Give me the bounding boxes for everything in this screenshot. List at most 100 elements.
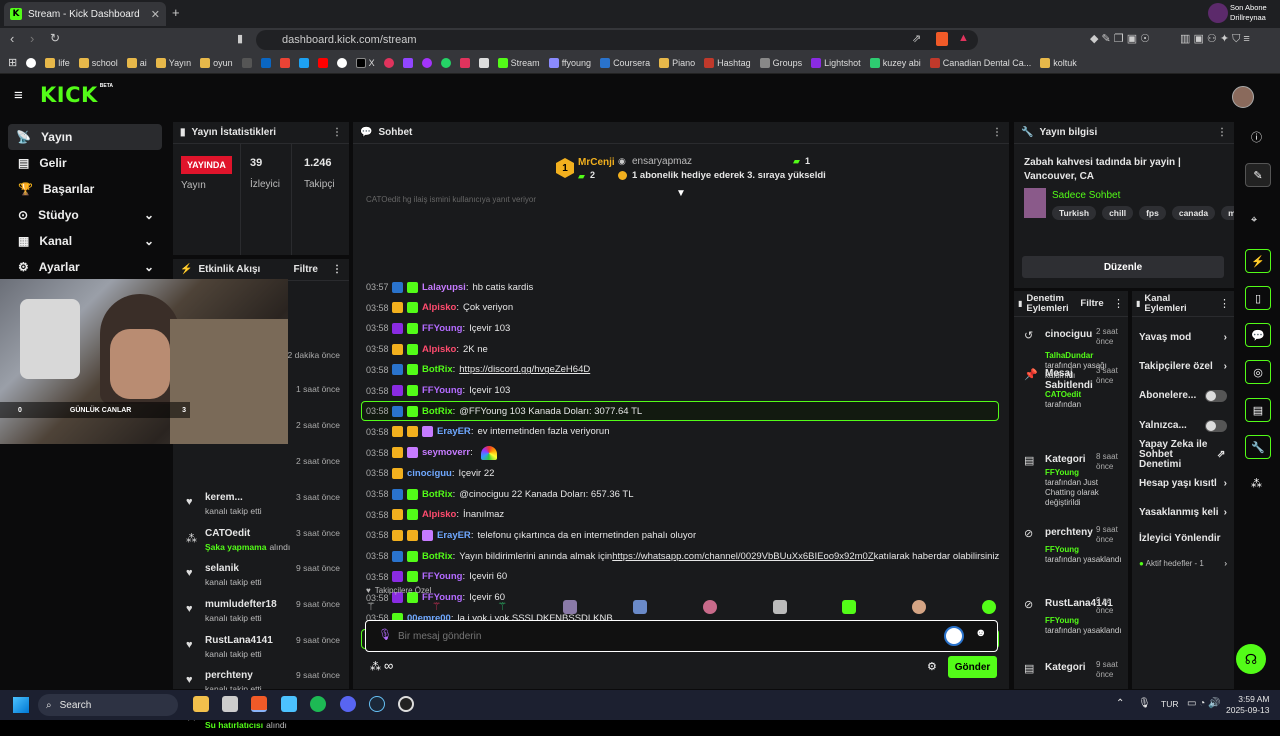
photos-icon[interactable] xyxy=(281,696,297,712)
mod-rail-button[interactable]: ▤ xyxy=(1245,398,1271,422)
messenger-icon[interactable] xyxy=(421,57,432,68)
message-user[interactable]: Alpisko xyxy=(422,302,456,313)
emote-only-item[interactable]: Yalnızca... xyxy=(1139,420,1229,432)
bookmark-item[interactable]: Coursera xyxy=(600,57,650,68)
chat-message[interactable]: 03:58 FFYoung: Içevir 103 xyxy=(366,319,510,337)
brave-icon[interactable] xyxy=(251,696,267,712)
chat-input-box[interactable]: 🎙 ☻ xyxy=(365,620,998,652)
google-icon[interactable] xyxy=(26,57,37,68)
hamburger-icon[interactable]: ≡ xyxy=(14,87,23,104)
more-icon[interactable]: ⋮ xyxy=(1217,127,1227,138)
points-icon[interactable]: ⁂ xyxy=(370,660,381,673)
network-icon[interactable]: ▭ ◔ 🔊 xyxy=(1187,698,1221,709)
emote-icon[interactable]: ⚚ xyxy=(497,600,507,616)
message-link[interactable]: https://whatsapp.com/channel/0029VbBUuXx… xyxy=(612,551,873,562)
emoji-icon[interactable]: ☻ xyxy=(975,627,987,639)
chat-message[interactable]: 03:58 Alpisko: İnanılmaz xyxy=(366,506,504,524)
more-icon[interactable]: ⋮ xyxy=(1219,297,1230,310)
spotify-icon[interactable] xyxy=(310,696,326,712)
chat-settings-icon[interactable]: ⚙ xyxy=(927,660,937,673)
more-icon[interactable]: ⋮ xyxy=(332,264,342,275)
emote-icon[interactable]: ⚚ xyxy=(366,600,376,616)
tag[interactable]: Turkish xyxy=(1052,206,1097,220)
mic-tray-icon[interactable]: 🎙 xyxy=(1138,698,1151,709)
bookmark-item[interactable]: Groups xyxy=(759,57,802,68)
category-name[interactable]: Sadece Sohbet xyxy=(1052,190,1120,201)
more-icon[interactable]: ⋮ xyxy=(332,127,342,138)
message-user[interactable]: ErayER xyxy=(437,530,471,541)
chat-input[interactable] xyxy=(398,627,918,645)
chat-message[interactable]: 03:58 BotRix: @cinociguu 22 Kanada Doları:… xyxy=(366,485,634,503)
steam-icon[interactable] xyxy=(369,696,385,712)
emote-icon[interactable] xyxy=(772,600,787,614)
tag[interactable]: fps xyxy=(1139,206,1166,220)
sidebar-item-studyo[interactable]: ⊙ Stüdyo ⌄ xyxy=(8,202,170,228)
gmail-icon[interactable] xyxy=(279,57,290,68)
apps-icon[interactable]: ⊞ xyxy=(8,56,17,69)
infinity-icon[interactable]: ∞ xyxy=(384,658,393,673)
info-icon[interactable]: ⓘ xyxy=(1251,129,1262,145)
obs-icon[interactable] xyxy=(398,696,414,712)
bookmark-item[interactable]: Canadian Dental Ca... xyxy=(929,57,1031,68)
emote-icon[interactable] xyxy=(563,600,578,614)
pinned-gift-banner[interactable]: 1 MrCenji ▰ 2 ◉ ensaryapmaz ▰ 1 1 abonel… xyxy=(556,154,826,190)
message-user[interactable]: FFYoung xyxy=(422,571,462,582)
bookmark-item[interactable]: oyun xyxy=(200,57,233,68)
message-user[interactable]: FFYoung xyxy=(422,323,462,334)
windows-start-icon[interactable] xyxy=(13,697,29,713)
activity-item[interactable]: ♥ RustLana4141 kanalı takip etti 9 saat önc… xyxy=(180,631,350,665)
whatsapp-icon[interactable] xyxy=(440,57,451,68)
bookmark-item[interactable]: koltuk xyxy=(1040,57,1077,68)
language-indicator[interactable]: TUR xyxy=(1161,699,1178,709)
app-icon[interactable] xyxy=(222,696,238,712)
followers-only-item[interactable]: Takipçilere özel › xyxy=(1139,361,1229,372)
chat-message[interactable]: 03:58 Alpisko: Çok veriyon xyxy=(366,299,513,317)
send-button[interactable]: Gönder xyxy=(948,656,997,678)
bookmark-item[interactable]: Piano xyxy=(659,57,695,68)
bookmark-favicon-icon[interactable] xyxy=(298,57,309,68)
message-user[interactable]: BotRix xyxy=(422,551,453,562)
activity-item[interactable]: ♥ selanik kanalı takip etti 9 saat önce xyxy=(180,559,350,593)
url-field[interactable]: dashboard.kick.com/stream xyxy=(256,30,978,50)
emote-icon[interactable] xyxy=(981,600,996,614)
bookmark-item[interactable]: ai xyxy=(126,57,147,68)
wrench-rail-button[interactable]: 🔧 xyxy=(1245,435,1271,459)
bookmark-item[interactable]: ffyoung xyxy=(548,57,591,68)
emote-icon[interactable] xyxy=(912,600,927,614)
support-button[interactable]: ☊ xyxy=(1236,644,1266,674)
file-explorer-icon[interactable] xyxy=(193,696,209,712)
viewer-redirect-item[interactable]: İzleyici Yönlendir xyxy=(1139,533,1229,544)
bookmark-icon[interactable]: ▮ xyxy=(237,32,243,45)
twitch-icon[interactable] xyxy=(402,57,413,68)
activity-item[interactable]: ♥ kerem... kanalı takip etti 3 saat önce xyxy=(180,488,350,522)
subscribers-only-item[interactable]: Abonelere... xyxy=(1139,390,1229,402)
mic-icon[interactable]: 🎙 xyxy=(378,628,392,641)
taskbar-search[interactable]: ⌕ Search xyxy=(38,694,178,716)
chat-message[interactable]: 03:58 BotRix: @FFYoung 103 Kanada Doları: … xyxy=(366,402,642,420)
more-icon[interactable]: ⋮ xyxy=(1113,297,1124,310)
menu-icon[interactable]: ▥ ▣ ⚇ ✦ ⛉ ≡ xyxy=(1180,32,1250,46)
banned-words-item[interactable]: Yasaklanmış keli › xyxy=(1139,507,1229,518)
sidebar-item-ayarlar[interactable]: ⚙ Ayarlar ⌄ xyxy=(8,254,170,280)
stats-rail-button[interactable]: ▯ xyxy=(1245,286,1271,310)
activity-item[interactable]: ⁂ CATOedit Şaka yapmama alındı 3 saat önce xyxy=(180,524,350,558)
bookmark-favicon-icon[interactable] xyxy=(478,57,489,68)
chat-rail-button[interactable]: 💬 xyxy=(1245,323,1271,347)
bookmark-item[interactable]: life xyxy=(45,57,70,68)
tag[interactable]: maka xyxy=(1221,206,1234,220)
active-goals-item[interactable]: ● Aktif hedefler - 1 › xyxy=(1139,559,1229,568)
chat-message[interactable]: 03:58 FFYoung: Içevir 103 xyxy=(366,382,510,400)
sidebar-item-yayin[interactable]: 📡 Yayın xyxy=(8,124,162,150)
chat-message[interactable]: 03:57 Lalayupsi: hb catis kardis xyxy=(366,278,533,296)
discord-icon[interactable] xyxy=(340,696,356,712)
rewards-icon[interactable]: ▲ xyxy=(958,32,969,44)
linkedin-icon[interactable] xyxy=(260,57,271,68)
subscribers-toggle[interactable] xyxy=(1205,390,1227,402)
chat-message[interactable]: 03:58 BotRix: Yayın bildirimlerini anında … xyxy=(366,547,999,565)
kick-logo[interactable]: KICK xyxy=(40,83,98,107)
message-user[interactable]: BotRix xyxy=(422,406,453,417)
tag[interactable]: canada xyxy=(1171,206,1216,220)
brave-shield-icon[interactable] xyxy=(936,32,948,46)
message-user[interactable]: Lalayupsi xyxy=(422,282,466,293)
chat-message[interactable]: 03:58 BotRix: https://discord.gg/hvgeZeH64… xyxy=(366,361,590,379)
